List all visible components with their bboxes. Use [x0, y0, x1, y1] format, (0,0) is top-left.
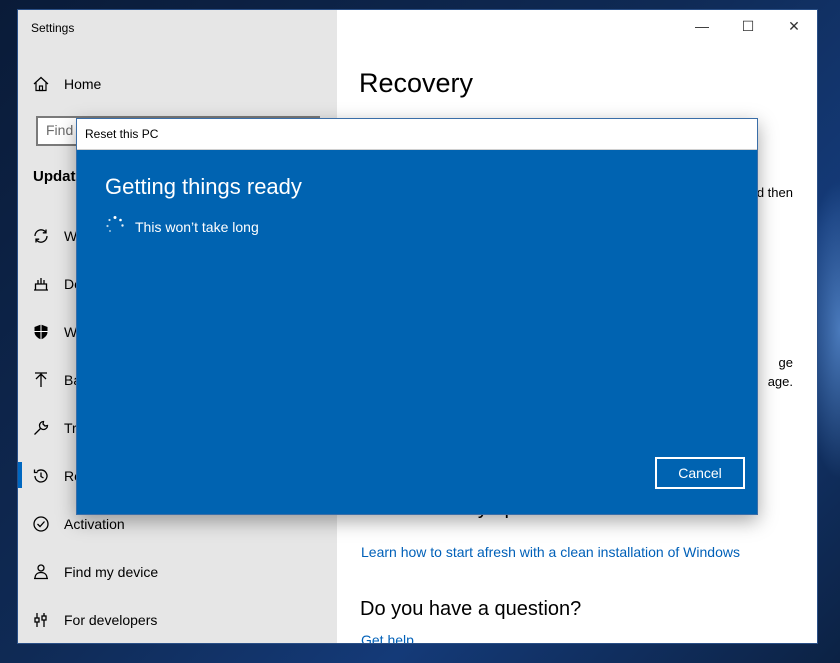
loading-spinner-icon [106, 216, 124, 232]
shield-icon [18, 323, 64, 341]
sidebar-item-for-developers[interactable]: For developers [18, 600, 337, 640]
sidebar-item-label: For developers [64, 612, 158, 628]
page-title: Recovery [359, 68, 474, 98]
minimize-button[interactable]: — [679, 10, 725, 42]
backup-icon [18, 371, 64, 389]
close-button[interactable]: ✕ [771, 10, 817, 42]
wrench-icon [18, 419, 64, 437]
cancel-button[interactable]: Cancel [655, 457, 745, 489]
partially-hidden-text: age. [767, 374, 793, 389]
sidebar-item-label: Tr [64, 420, 77, 436]
maximize-button[interactable]: ☐ [725, 10, 771, 42]
partially-hidden-text: ge [778, 355, 793, 370]
sidebar-item-label: Home [64, 76, 102, 92]
get-help-link[interactable]: Get help [361, 632, 414, 643]
dialog-titlebar: Reset this PC [77, 119, 757, 150]
window-title: Settings [31, 21, 75, 35]
developer-icon [18, 611, 64, 629]
clean-install-link[interactable]: Learn how to start afresh with a clean i… [361, 544, 740, 560]
delivery-icon [18, 275, 64, 293]
sync-icon [18, 227, 64, 245]
dialog-subtext: This won’t take long [135, 219, 259, 235]
question-heading: Do you have a question? [360, 598, 582, 620]
window-controls: — ☐ ✕ [679, 10, 817, 42]
home-icon [18, 75, 64, 93]
dialog-title: Reset this PC [85, 127, 159, 141]
recovery-icon [18, 467, 64, 485]
sidebar-item-label: Activation [64, 516, 125, 532]
partially-hidden-text: d then [756, 185, 793, 200]
sidebar-item-home[interactable]: Home [18, 64, 337, 104]
dialog-heading: Getting things ready [105, 174, 302, 199]
checkmark-circle-icon [18, 515, 64, 533]
sidebar-item-find-my-device[interactable]: Find my device [18, 552, 337, 592]
person-locate-icon [18, 563, 64, 581]
sidebar-item-label: Find my device [64, 564, 159, 580]
reset-pc-dialog: Reset this PC Getting things ready This … [76, 118, 758, 515]
